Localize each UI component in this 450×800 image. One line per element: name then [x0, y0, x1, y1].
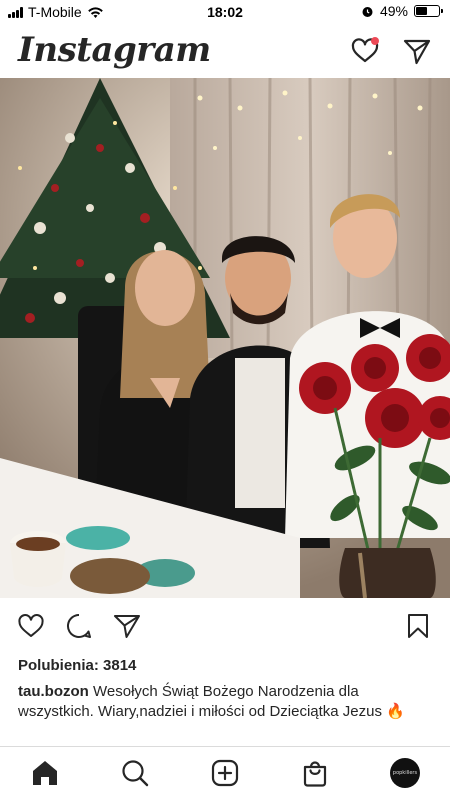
alarm-icon — [362, 6, 373, 17]
instagram-logo[interactable]: Instagram — [18, 30, 211, 70]
create-post-icon[interactable] — [210, 758, 240, 788]
battery-group: 49% — [361, 3, 443, 19]
bottom-navigation: popkillers — [0, 746, 450, 800]
search-icon[interactable] — [120, 758, 150, 788]
battery-icon — [414, 5, 443, 17]
avatar-text: popkillers — [392, 770, 418, 776]
activity-heart-icon[interactable] — [350, 36, 380, 66]
like-heart-icon[interactable] — [17, 612, 45, 640]
app-header: Instagram — [0, 26, 450, 76]
shopping-bag-icon[interactable] — [300, 758, 330, 788]
post-photo-image — [0, 78, 450, 598]
likes-count[interactable]: Polubienia: 3814 — [18, 657, 136, 674]
share-paper-plane-icon[interactable] — [113, 612, 141, 640]
profile-avatar[interactable]: popkillers — [390, 758, 420, 788]
bookmark-icon[interactable] — [404, 612, 432, 640]
fire-emoji: 🔥 — [386, 703, 405, 720]
comment-icon[interactable] — [65, 612, 93, 640]
battery-percent: 49% — [379, 3, 408, 19]
post-action-bar — [0, 604, 450, 648]
home-icon[interactable] — [30, 758, 60, 788]
status-bar: T-Mobile 18:02 49% — [0, 0, 450, 24]
caption-username[interactable]: tau.bozon — [18, 683, 89, 700]
post-caption: tau.bozon Wesołych Świąt Bożego Narodzen… — [18, 682, 438, 722]
post-photo[interactable] — [0, 78, 450, 598]
direct-message-icon[interactable] — [402, 36, 432, 66]
